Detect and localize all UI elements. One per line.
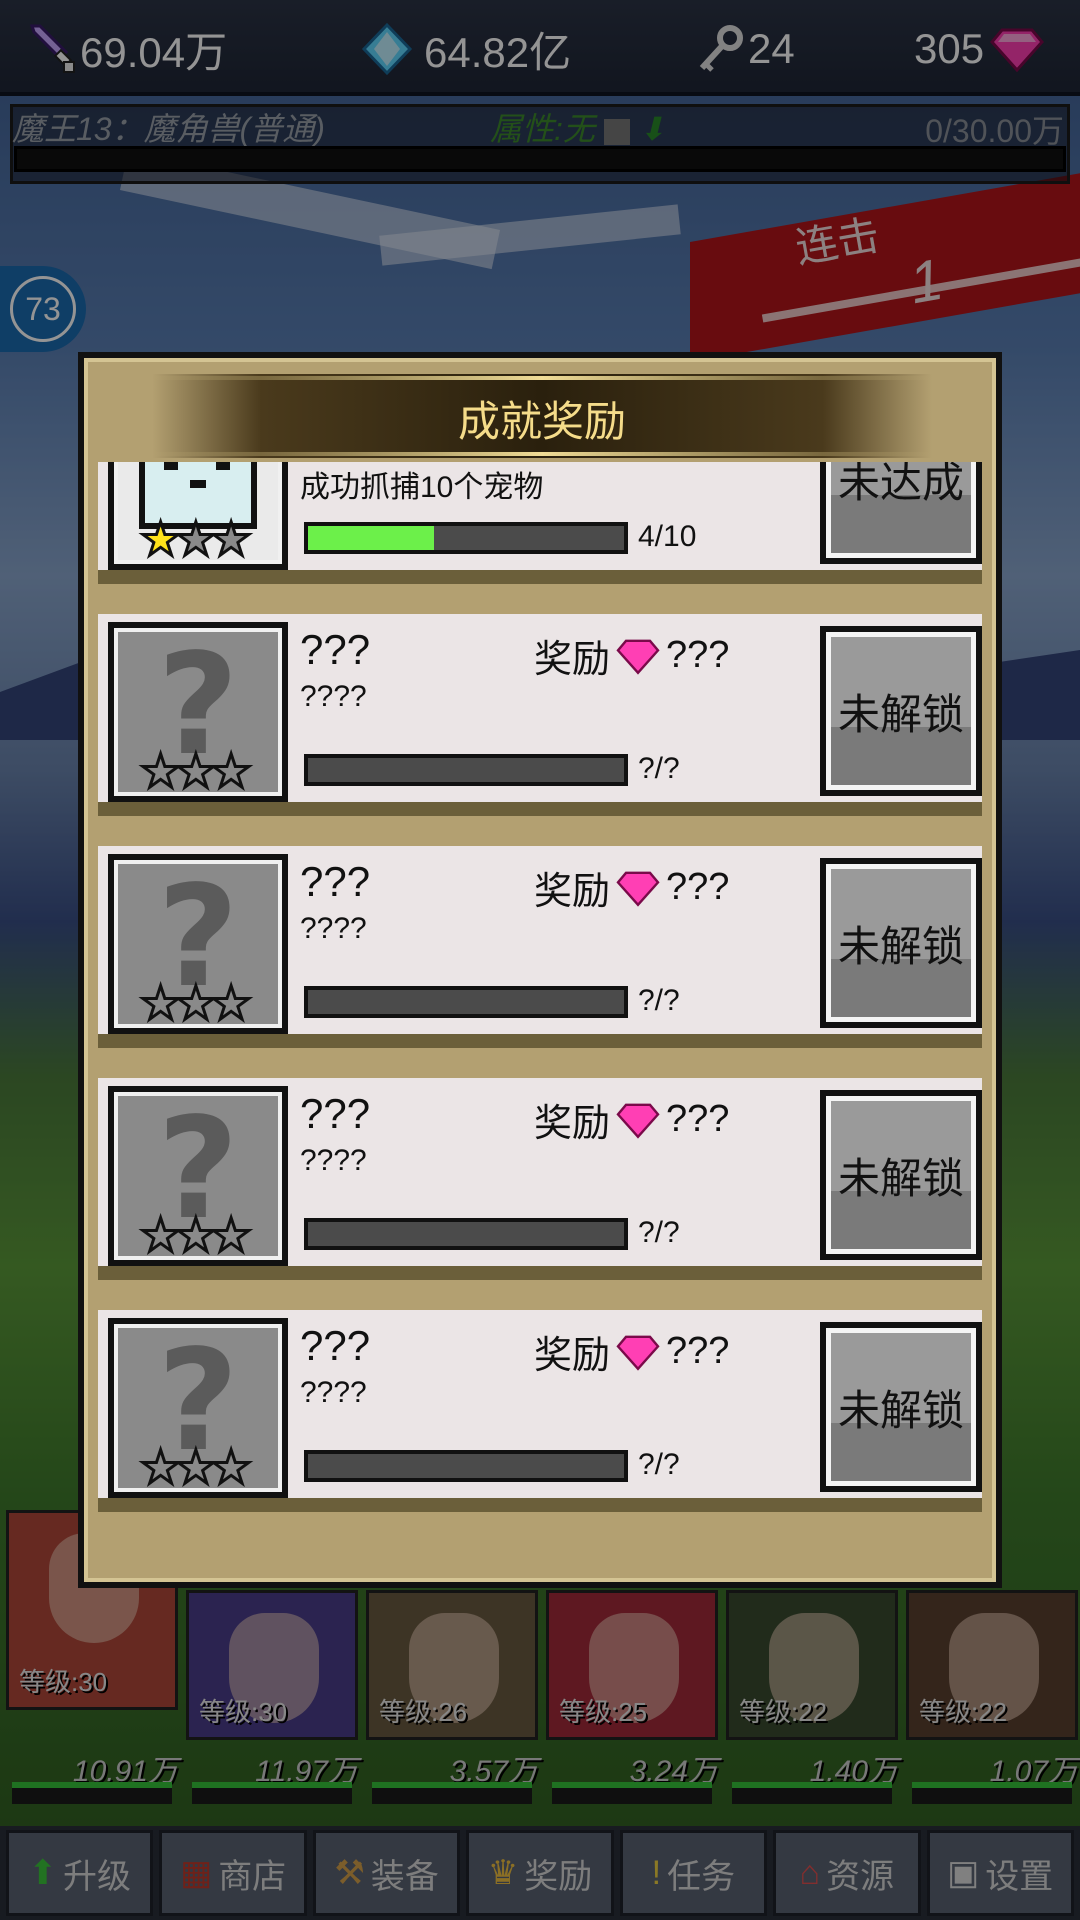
reward-label: 奖励	[534, 1103, 611, 1145]
achievement-stars: ★★★	[138, 511, 253, 568]
gem-icon	[616, 1335, 660, 1371]
achievement-stars: ★★★	[139, 1207, 254, 1264]
achievement-desc: ????	[300, 1144, 367, 1177]
achievement-locked-button[interactable]: 未解锁	[820, 626, 982, 796]
achievement-reward: 奖励???	[534, 1092, 729, 1147]
achievement-reward: 奖励???	[534, 1324, 729, 1379]
achievement-progress-text: 4/10	[638, 520, 697, 553]
achievement-progress-bar	[304, 754, 628, 786]
achievement-progress-text: ?/?	[638, 1216, 680, 1249]
achievement-stars: ★★★	[139, 1439, 254, 1496]
reward-value: ???	[666, 634, 730, 676]
reward-value: ???	[666, 1330, 730, 1372]
achievement-reward: 奖励???	[534, 860, 729, 915]
achievement-name: ???	[300, 1322, 371, 1369]
achievement-card: ★★★ 成功抓捕10个宠物 4/10 未达成	[98, 462, 982, 584]
achievement-desc: ????	[300, 912, 367, 945]
achievement-progress-bar	[304, 1218, 628, 1250]
achievement-locked-button[interactable]: 未解锁	[820, 1322, 982, 1492]
achievement-list[interactable]: ★★★ 成功抓捕10个宠物 4/10 未达成 ? ★★★ ??? 奖励??? ??…	[98, 462, 982, 1516]
reward-value: ???	[666, 866, 730, 908]
achievement-stars: ★★★	[139, 975, 254, 1032]
achievement-progress-text: ?/?	[638, 984, 680, 1017]
gem-icon	[616, 871, 660, 907]
achievement-name: ???	[300, 1090, 371, 1137]
achievement-modal: 成就奖励 ★★★ 成功抓捕10个宠物 4/10 未达成 ? ★★★ ??? 奖励?…	[78, 352, 1002, 1588]
achievement-progress-bar	[304, 1450, 628, 1482]
gem-icon	[616, 1103, 660, 1139]
achievement-card: ? ★★★ ??? 奖励??? ???? ?/? 未解锁	[98, 614, 982, 816]
achievement-locked-button[interactable]: 未解锁	[820, 858, 982, 1028]
locked-thumbnail: ? ★★★	[108, 1086, 288, 1266]
achievement-name: ???	[300, 626, 371, 673]
achievement-progress-bar	[304, 986, 628, 1018]
achievement-desc: ????	[300, 1376, 367, 1409]
modal-header: 成就奖励	[152, 374, 932, 458]
achievement-locked-button[interactable]: 未解锁	[820, 1090, 982, 1260]
achievement-name: ???	[300, 858, 371, 905]
achievement-reward: 奖励???	[534, 628, 729, 683]
reward-label: 奖励	[534, 1335, 611, 1377]
achievement-card: ? ★★★ ??? 奖励??? ???? ?/? 未解锁	[98, 1310, 982, 1512]
modal-title: 成就奖励	[457, 398, 626, 445]
achievement-card: ? ★★★ ??? 奖励??? ???? ?/? 未解锁	[98, 846, 982, 1048]
gem-icon	[616, 639, 660, 675]
locked-thumbnail: ? ★★★	[108, 854, 288, 1034]
reward-label: 奖励	[534, 639, 611, 681]
reward-label: 奖励	[534, 871, 611, 913]
progress-fill	[308, 526, 435, 550]
locked-thumbnail: ? ★★★	[108, 622, 288, 802]
achievement-desc: ????	[300, 680, 367, 713]
achievement-thumbnail: ★★★	[108, 462, 288, 570]
achievement-status-button[interactable]: 未达成	[820, 462, 982, 564]
achievement-progress-text: ?/?	[638, 1448, 680, 1481]
achievement-stars: ★★★	[139, 743, 254, 800]
locked-thumbnail: ? ★★★	[108, 1318, 288, 1498]
achievement-progress-bar	[304, 522, 628, 554]
achievement-progress-text: ?/?	[638, 752, 680, 785]
reward-value: ???	[666, 1098, 730, 1140]
achievement-desc: 成功抓捕10个宠物	[300, 471, 544, 504]
achievement-card: ? ★★★ ??? 奖励??? ???? ?/? 未解锁	[98, 1078, 982, 1280]
